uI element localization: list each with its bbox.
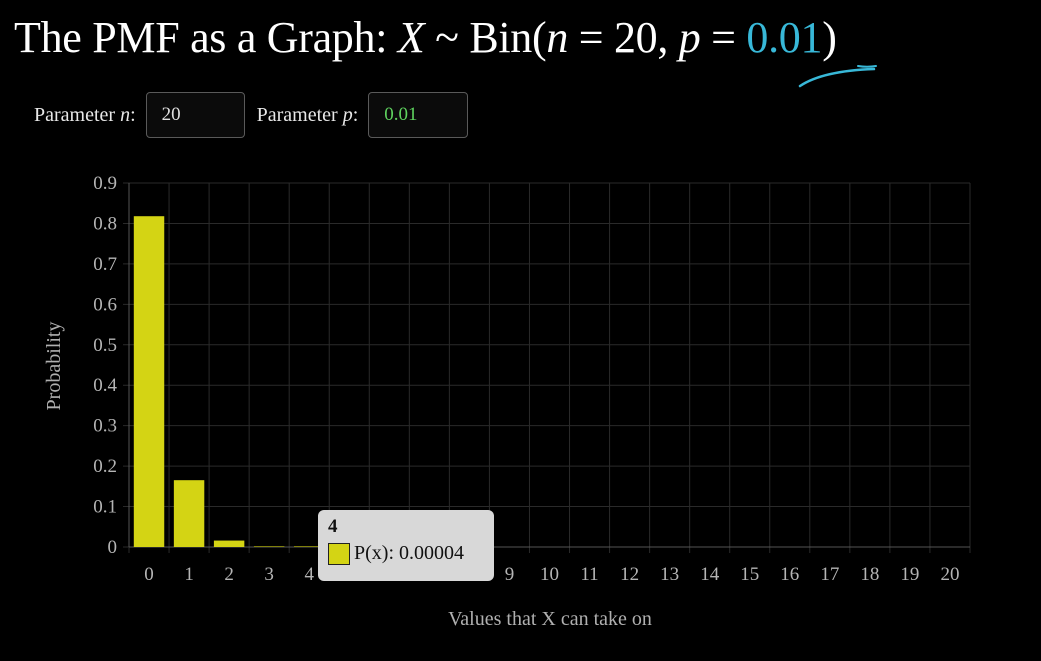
y-axis-ticks: 0 0.1 0.2 0.3 0.4 0.5 0.6 0.7 0.8 0.9 [93,173,117,558]
x-axis-ticks: 01234567891011121314151617181920 [144,564,959,585]
bar-x-2 [213,540,245,547]
y-tick-label: 0.4 [93,375,117,396]
x-tick-label: 10 [540,564,559,585]
y-tick-label: 0.7 [93,254,117,275]
x-tick-label: 4 [304,564,314,585]
y-tick-label: 0.5 [93,335,117,356]
chart-grid [123,182,971,553]
x-tick-label: 16 [780,564,799,585]
x-tick-label: 0 [144,564,154,585]
x-tick-label: 20 [940,564,959,585]
pmf-bar-chart: 00.10.20.30.40.50.60.70.80.9 01234567891… [43,173,971,630]
chart-bars [133,216,325,547]
y-axis-label: Probability [43,322,65,411]
x-tick-label: 11 [580,564,598,585]
x-axis-label: Values that X can take on [448,608,652,630]
y-tick-label: 0 [108,537,118,558]
y-tick-label: 0.8 [93,213,117,234]
tooltip-value: P(x): 0.00004 [354,542,464,564]
bar-tooltip: 4 P(x): 0.00004 [318,510,494,581]
x-tick-label: 1 [184,564,194,585]
bar-x-3 [253,546,285,547]
bar-x-0 [133,216,165,547]
bar-x-1 [173,480,205,547]
x-tick-label: 15 [740,564,759,585]
x-tick-label: 12 [620,564,639,585]
x-tick-label: 3 [264,564,274,585]
x-tick-label: 2 [224,564,234,585]
y-tick-label: 0.6 [93,294,117,315]
y-tick-label: 0.2 [93,456,117,477]
y-tick-label: 0.3 [93,416,117,437]
y-tick-label: 0.1 [93,497,117,518]
x-tick-label: 9 [505,564,515,585]
x-tick-label: 14 [700,564,720,585]
x-tick-label: 17 [820,564,839,585]
tooltip-title: 4 [328,516,338,537]
x-tick-label: 13 [660,564,679,585]
x-tick-label: 18 [860,564,879,585]
y-tick-label: 0.9 [93,173,117,194]
yellow-square-swatch-icon [328,542,350,565]
x-tick-label: 19 [900,564,919,585]
